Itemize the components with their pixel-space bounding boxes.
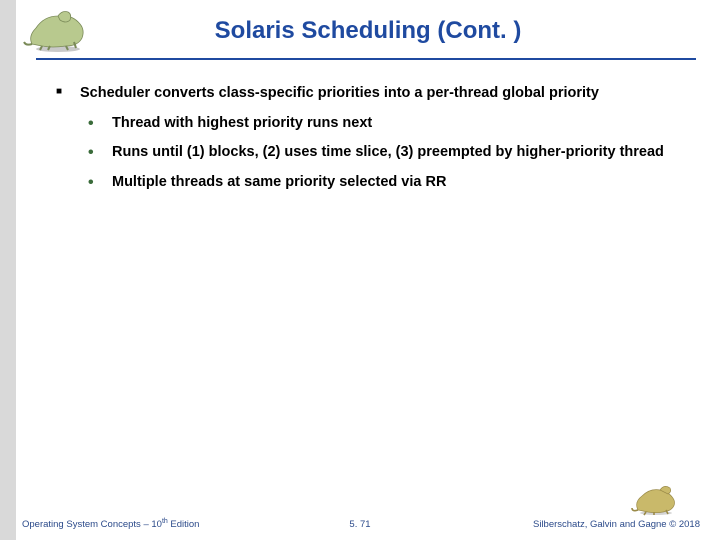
bullet-list-level2: Thread with highest priority runs next R…: [80, 114, 676, 193]
left-margin-strip: [0, 0, 16, 540]
bullet-item: Scheduler converts class-specific priori…: [56, 84, 676, 192]
sub-bullet-item: Runs until (1) blocks, (2) uses time sli…: [88, 143, 676, 163]
sub-bullet-text: Multiple threads at same priority select…: [112, 174, 446, 190]
dinosaur-top-icon: [22, 6, 94, 52]
slide-footer: Operating System Concepts – 10th Edition…: [0, 504, 720, 540]
sub-bullet-item: Thread with highest priority runs next: [88, 114, 676, 134]
title-row: Solaris Scheduling (Cont. ): [16, 8, 720, 54]
slide-header: Solaris Scheduling (Cont. ): [16, 0, 720, 60]
bullet-text: Scheduler converts class-specific priori…: [80, 85, 599, 101]
sub-bullet-item: Multiple threads at same priority select…: [88, 173, 676, 193]
slide-title: Solaris Scheduling (Cont. ): [215, 17, 522, 45]
sub-bullet-text: Runs until (1) blocks, (2) uses time sli…: [112, 144, 664, 160]
sub-bullet-text: Thread with highest priority runs next: [112, 115, 372, 131]
title-underline: [36, 58, 696, 60]
slide-content: Scheduler converts class-specific priori…: [56, 84, 676, 202]
footer-copyright: Silberschatz, Galvin and Gagne © 2018: [533, 519, 700, 530]
bullet-list-level1: Scheduler converts class-specific priori…: [56, 84, 676, 192]
